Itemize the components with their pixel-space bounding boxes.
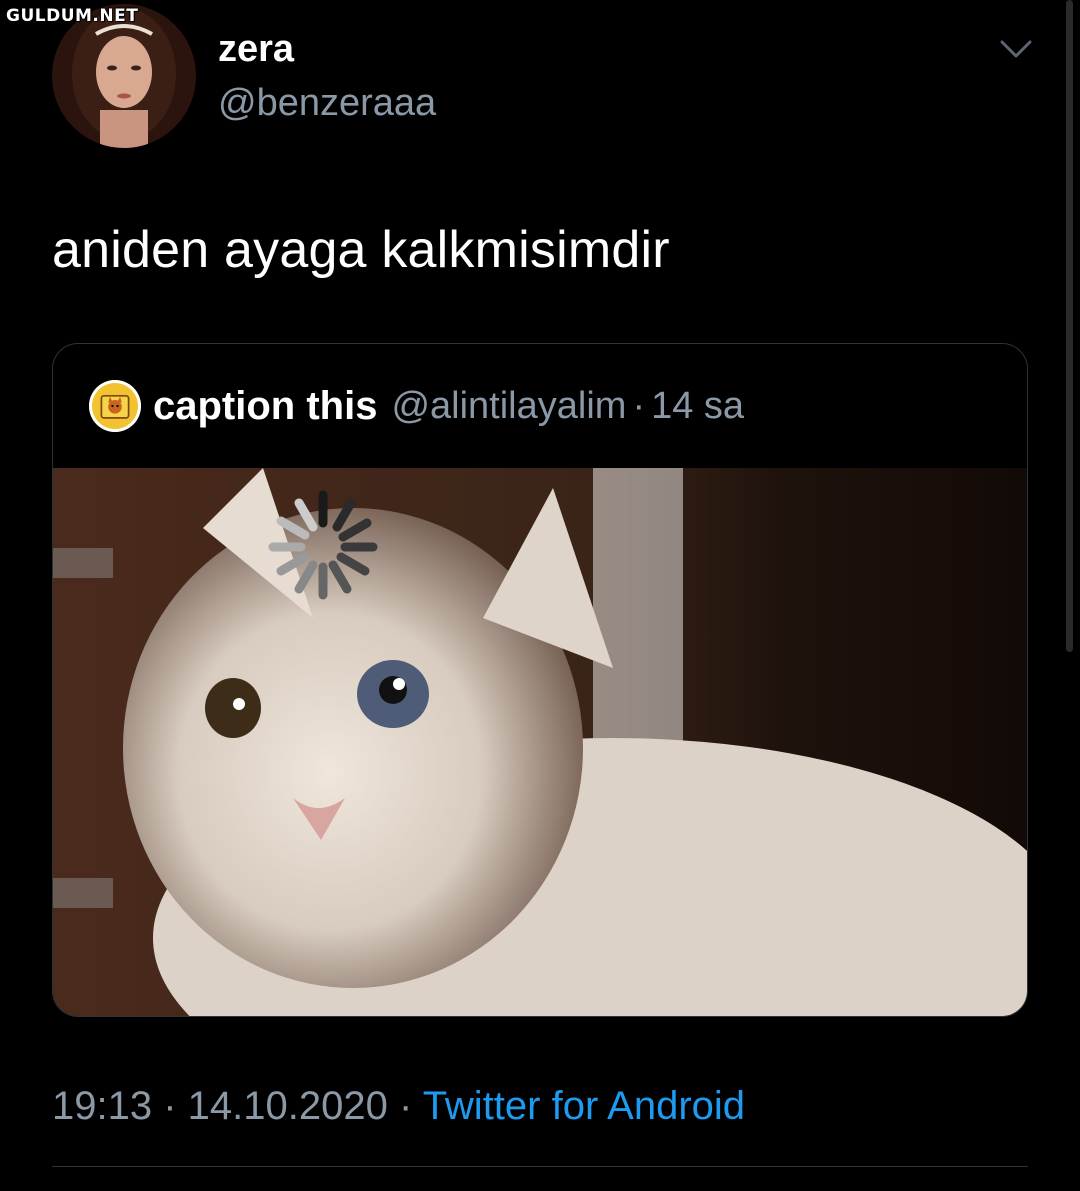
tweet-time: 19:13 xyxy=(52,1084,153,1128)
tweet-meta: 19:13 · 14.10.2020 · Twitter for Android xyxy=(52,1084,745,1129)
quoted-author-display-name[interactable]: caption this xyxy=(153,384,377,429)
divider xyxy=(52,1166,1028,1167)
scrollbar[interactable] xyxy=(1066,0,1073,652)
chevron-down-icon[interactable] xyxy=(998,34,1034,64)
quoted-tweet-image[interactable] xyxy=(53,468,1027,1016)
tweet-source-link[interactable]: Twitter for Android xyxy=(423,1084,745,1128)
watermark-logo: GULDUM.NET xyxy=(6,6,139,26)
quoted-tweet-time: 14 sa xyxy=(651,384,745,427)
separator-dot: · xyxy=(632,384,646,427)
tweet-text: aniden ayaga kalkmisimdir xyxy=(52,221,670,279)
tweet-date: 14.10.2020 xyxy=(187,1084,388,1128)
cat-logo-icon xyxy=(100,394,130,419)
quoted-tweet-header: caption this @alintilayalim · 14 sa xyxy=(89,380,744,432)
separator-dot: · xyxy=(387,1084,423,1128)
separator-dot: · xyxy=(152,1084,188,1128)
author-display-name[interactable]: zera xyxy=(218,28,294,71)
author-handle[interactable]: @benzeraaa xyxy=(218,82,436,125)
quoted-author-handle[interactable]: @alintilayalim xyxy=(391,385,626,428)
quoted-tweet-card[interactable]: caption this @alintilayalim · 14 sa xyxy=(52,343,1028,1017)
quoted-author-avatar[interactable] xyxy=(89,380,141,432)
